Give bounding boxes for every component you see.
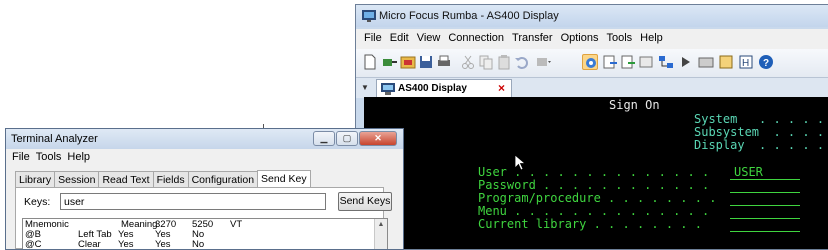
svg-text:H: H	[742, 58, 749, 69]
rumba-window: Micro Focus Rumba - AS400 Display File Ed…	[355, 4, 828, 250]
copy-icon[interactable]	[478, 54, 494, 70]
analyzer-tabs: Library Session Read Text Fields Configu…	[15, 170, 311, 187]
id-manager-icon[interactable]: H	[738, 54, 754, 70]
header-vt: VT	[230, 219, 243, 230]
macro-icon[interactable]	[536, 54, 552, 70]
menu-connection[interactable]: Connection	[444, 29, 508, 44]
save-icon[interactable]	[418, 54, 434, 70]
keys-input[interactable]: user	[60, 193, 326, 210]
send-file-icon[interactable]	[602, 54, 618, 70]
mnemonic-list[interactable]: Mnemonic Meaning 3270 5250 VT @B Left Ta…	[22, 218, 388, 250]
menu-field-underline	[730, 218, 800, 219]
tab-library[interactable]: Library	[15, 171, 56, 187]
minimize-button[interactable]: ▁	[313, 131, 335, 146]
terminal-analyzer-window: Terminal Analyzer ▁ ▢ ✕ File Tools Help Libr…	[5, 128, 404, 250]
paste-icon[interactable]	[496, 54, 512, 70]
menu-transfer[interactable]: Transfer	[508, 29, 557, 44]
send-keys-button[interactable]: Send Keys	[338, 192, 392, 211]
menu-file[interactable]: File	[360, 29, 386, 44]
svg-text:?: ?	[763, 58, 769, 69]
row-3270: Yes	[118, 239, 134, 250]
session-tab-strip: ▼ AS400 Display ×	[356, 78, 828, 98]
row-meaning: Clear	[78, 239, 101, 250]
scroll-up-icon[interactable]: ▲	[376, 220, 386, 230]
tab-send-key[interactable]: Send Key	[257, 170, 311, 187]
display-session-icon	[381, 83, 395, 95]
row-vt: No	[192, 239, 205, 250]
menu-options[interactable]: Options	[557, 29, 603, 44]
terminal-screen[interactable]: Sign On System . . . . . Subsystem . . .…	[364, 97, 828, 249]
keyboard-map-icon[interactable]	[698, 54, 714, 70]
open-icon[interactable]	[400, 54, 416, 70]
receive-file-icon[interactable]	[620, 54, 636, 70]
keys-label: Keys:	[24, 196, 51, 208]
rumba-toolbar: H ?	[356, 49, 828, 78]
tab-fields[interactable]: Fields	[152, 171, 189, 187]
help-icon[interactable]: ?	[758, 54, 774, 70]
menu-tools[interactable]: Tools	[602, 29, 636, 44]
rumba-title-bar[interactable]: Micro Focus Rumba - AS400 Display	[356, 5, 828, 27]
maximize-button[interactable]: ▢	[336, 131, 358, 146]
display-label: Display . . . . .	[694, 138, 825, 152]
menu-edit[interactable]: Edit	[386, 29, 413, 44]
analyzer-window-title: Terminal Analyzer	[11, 133, 98, 145]
close-button[interactable]: ✕	[359, 131, 397, 146]
connect-icon[interactable]	[382, 54, 398, 70]
options-icon[interactable]	[718, 54, 734, 70]
user-field-value[interactable]: USER	[734, 165, 763, 180]
analyzer-menu-tools[interactable]: Tools	[33, 149, 65, 163]
send-key-panel: Keys: user Send Keys Mnemonic Meaning 32…	[15, 187, 392, 249]
library-field-underline	[730, 231, 800, 232]
analyzer-menu-bar: File Tools Help	[6, 149, 403, 165]
tab-read-text[interactable]: Read Text	[98, 171, 154, 187]
menu-view[interactable]: View	[413, 29, 445, 44]
rumba-app-icon	[362, 10, 376, 22]
signon-heading: Sign On	[609, 98, 660, 112]
list-scrollbar[interactable]: ▲	[374, 219, 387, 249]
menu-help[interactable]: Help	[636, 29, 667, 44]
analyzer-menu-file[interactable]: File	[9, 149, 33, 163]
rumba-window-title: Micro Focus Rumba - AS400 Display	[379, 10, 559, 22]
new-session-icon[interactable]	[362, 54, 378, 70]
tab-configuration[interactable]: Configuration	[187, 171, 259, 187]
tab-as400-display[interactable]: AS400 Display ×	[376, 79, 512, 98]
current-library-label: Current library . . . . . . . .	[478, 217, 702, 231]
row-mnemonic: @C	[25, 239, 42, 250]
program-field-underline	[730, 205, 800, 206]
user-field-underline	[730, 179, 800, 180]
mouse-pointer-icon	[514, 154, 527, 171]
password-field-underline	[730, 192, 800, 193]
cut-icon[interactable]	[460, 54, 476, 70]
tab-list-dropdown-icon[interactable]: ▼	[361, 83, 369, 92]
rumba-menu-bar: File Edit View Connection Transfer Options Too…	[356, 29, 828, 49]
tab-close-icon[interactable]: ×	[498, 81, 505, 95]
analyzer-menu-help[interactable]: Help	[64, 149, 93, 163]
tab-session[interactable]: Session	[54, 171, 100, 187]
analyzer-title-bar[interactable]: Terminal Analyzer ▁ ▢ ✕	[6, 129, 403, 149]
undo-icon[interactable]	[514, 54, 530, 70]
print-icon[interactable]	[436, 54, 452, 70]
tab-label: AS400 Display	[398, 83, 467, 94]
terminal-analyzer-icon[interactable]	[582, 54, 598, 70]
row-5250: Yes	[155, 239, 171, 250]
network-icon[interactable]	[658, 54, 674, 70]
analyzer-panel: Library Session Read Text Fields Configu…	[6, 165, 403, 249]
transfer-icon[interactable]	[638, 54, 654, 70]
hotspot-icon[interactable]	[678, 54, 694, 70]
